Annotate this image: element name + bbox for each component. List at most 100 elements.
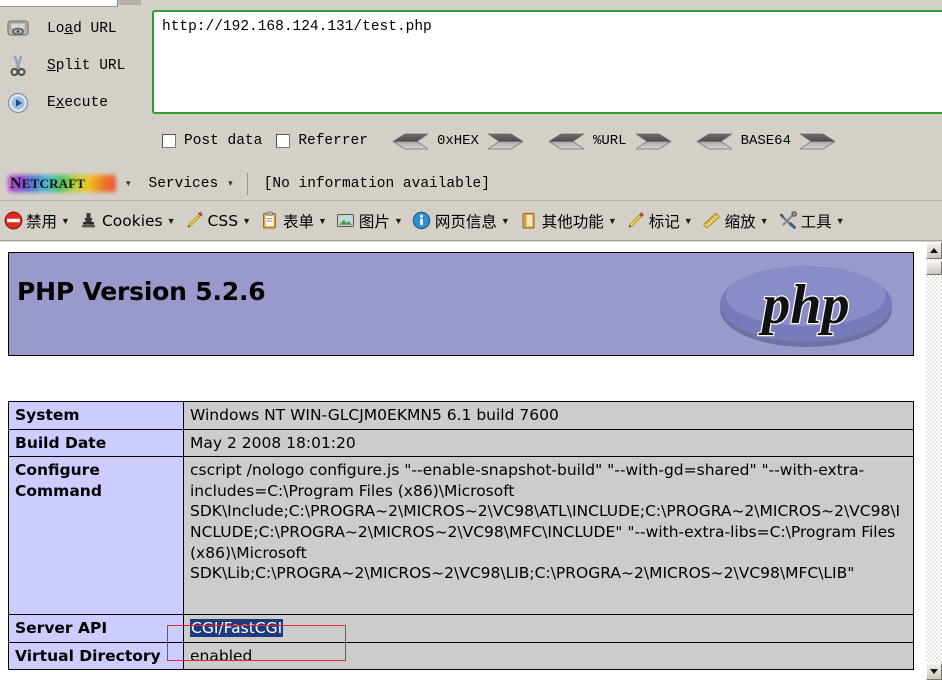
url-encoder-label: %URL — [592, 133, 627, 149]
toolbar-item-outline[interactable]: 标记 ▼ — [626, 210, 693, 232]
toolbar-item-forms[interactable]: 表单 ▼ — [260, 210, 327, 232]
misc-book-icon — [519, 211, 539, 231]
chevron-down-icon[interactable]: ▼ — [167, 216, 176, 226]
netcraft-services-menu[interactable]: Services — [149, 176, 219, 192]
scrollbar-track[interactable] — [926, 259, 942, 663]
php-version-banner: PHP Version 5.2.6 php — [8, 252, 914, 356]
netcraft-services-caret-icon[interactable]: ▾ — [228, 178, 233, 189]
row-key: Server API — [8, 614, 184, 643]
selected-text[interactable]: CGI/FastCGI — [190, 619, 284, 638]
table-row: Virtual Directory enabled — [8, 641, 914, 671]
netcraft-brand-rest: ETCRAFT — [21, 175, 86, 191]
referrer-label: Referrer — [298, 133, 368, 149]
toolbar-item-resize-label: 缩放 — [724, 212, 756, 231]
chevron-down-icon[interactable]: ▼ — [242, 216, 251, 226]
row-value: May 2 2008 18:01:20 — [183, 428, 914, 458]
toolbar-item-misc[interactable]: 其他功能 ▼ — [519, 210, 617, 232]
load-url-label: Load URL — [47, 20, 117, 37]
toolbar-item-outline-label: 标记 — [648, 212, 680, 231]
php-logo-text: php — [758, 274, 849, 336]
toolbar-item-cookies[interactable]: Cookies ▼ — [79, 211, 176, 231]
vertical-scrollbar[interactable] — [926, 242, 942, 680]
netcraft-brand-first: N — [10, 174, 22, 192]
execute-play-icon — [3, 92, 33, 114]
chevron-down-icon[interactable]: ▼ — [760, 216, 769, 226]
scrollbar-thumb[interactable] — [926, 261, 942, 275]
toolbar-item-disable[interactable]: 禁用 ▼ — [3, 210, 70, 232]
hex-encoder-group: 0xHEX — [392, 133, 524, 150]
hackbar-action-list: Load URL Split URL Execute — [0, 7, 152, 119]
webdeveloper-toolbar: 禁用 ▼ Cookies ▼ CSS ▼ 表单 ▼ 图片 ▼ 网页信息 ▼ 其他… — [0, 201, 942, 241]
chevron-down-icon[interactable]: ▼ — [684, 216, 693, 226]
hackbar-panel: Load URL Split URL Execute http://192.16… — [0, 7, 942, 167]
chevron-down-icon[interactable]: ▼ — [61, 216, 70, 226]
row-value: cscript /nologo configure.js "--enable-s… — [183, 456, 914, 616]
chevron-down-icon[interactable]: ▼ — [318, 216, 327, 226]
chevron-down-icon[interactable]: ▼ — [501, 216, 510, 226]
page-title: PHP Version 5.2.6 — [17, 277, 266, 306]
scroll-up-button[interactable] — [926, 242, 942, 259]
outline-pencil-icon — [626, 211, 646, 231]
table-row: Server API CGI/FastCGI — [8, 614, 914, 643]
toolbar-item-misc-label: 其他功能 — [541, 212, 604, 231]
base64-decode-left-arrow[interactable] — [695, 133, 732, 150]
post-data-checkbox[interactable]: Post data — [162, 133, 262, 149]
toolbar-item-disable-label: 禁用 — [26, 212, 58, 231]
execute-button[interactable]: Execute — [0, 84, 152, 121]
page-content: PHP Version 5.2.6 php System Windows NT … — [0, 242, 926, 680]
netcraft-caret-icon[interactable]: ▾ — [126, 178, 131, 189]
url-encoder-group: %URL — [548, 133, 672, 150]
toolbar-item-resize[interactable]: 缩放 ▼ — [702, 210, 769, 232]
chevron-down-icon[interactable]: ▼ — [836, 216, 845, 226]
execute-label: Execute — [47, 94, 108, 111]
url-input[interactable]: http://192.168.124.131/test.php — [152, 10, 942, 114]
window-chrome-button[interactable] — [119, 0, 141, 5]
row-key: System — [8, 401, 184, 430]
netcraft-brand-text: NETCRAFT — [8, 173, 116, 195]
netcraft-logo[interactable]: NETCRAFT — [8, 173, 116, 195]
toolbar-item-css-label: CSS — [207, 211, 239, 230]
toolbar-item-cookies-label: Cookies — [101, 211, 163, 230]
toolbar-item-page-info-label: 网页信息 — [434, 212, 497, 231]
toolbar-item-tools-label: 工具 — [800, 212, 832, 231]
toolbar-item-css[interactable]: CSS ▼ — [185, 211, 251, 231]
referrer-checkbox[interactable]: Referrer — [276, 133, 368, 149]
url-decode-left-arrow[interactable] — [548, 133, 584, 150]
hex-encoder-label: 0xHEX — [436, 133, 479, 149]
php-logo: php — [711, 259, 901, 351]
url-encode-right-arrow[interactable] — [635, 133, 672, 150]
netcraft-status-text: [No information available] — [263, 175, 490, 192]
resize-ruler-icon — [702, 211, 722, 231]
forms-clipboard-icon — [260, 211, 280, 231]
hex-encode-right-arrow[interactable] — [487, 133, 524, 150]
page-info-icon — [412, 211, 432, 231]
window-chrome-sliver — [0, 0, 118, 7]
row-value: CGI/FastCGI — [183, 614, 914, 643]
hackbar-options-strip: Post data Referrer 0xHEX %URL BASE64 — [0, 125, 942, 157]
post-data-checkbox-box[interactable] — [162, 134, 176, 148]
row-key: Virtual Directory — [8, 641, 184, 671]
referrer-checkbox-box[interactable] — [276, 134, 291, 148]
scroll-up-arrow-icon — [930, 248, 938, 253]
cookies-stamp-icon — [79, 211, 99, 231]
chevron-down-icon[interactable]: ▼ — [394, 216, 403, 226]
netcraft-toolbar: NETCRAFT ▾ Services ▾ [No information ava… — [0, 167, 942, 201]
toolbar-item-tools[interactable]: 工具 ▼ — [778, 210, 845, 232]
table-row: System Windows NT WIN-GLCJM0EKMN5 6.1 bu… — [8, 401, 914, 430]
load-url-button[interactable]: Load URL — [0, 10, 152, 47]
toolbar-item-page-info[interactable]: 网页信息 ▼ — [412, 210, 510, 232]
toolbar-item-images[interactable]: 图片 ▼ — [336, 210, 403, 232]
base64-encoder-label: BASE64 — [740, 133, 791, 149]
toolbar-item-forms-label: 表单 — [282, 212, 314, 231]
base64-encode-right-arrow[interactable] — [800, 133, 836, 150]
row-value: enabled — [183, 641, 914, 671]
chevron-down-icon[interactable]: ▼ — [608, 216, 617, 226]
load-url-icon — [3, 18, 33, 40]
split-url-button[interactable]: Split URL — [0, 47, 152, 84]
row-value: Windows NT WIN-GLCJM0EKMN5 6.1 build 760… — [183, 401, 914, 430]
app-root: Load URL Split URL Execute http://192.16… — [0, 0, 942, 680]
row-key: Build Date — [8, 428, 184, 458]
hex-decode-left-arrow[interactable] — [392, 133, 428, 150]
scroll-down-button[interactable] — [926, 663, 942, 680]
phpinfo-table: System Windows NT WIN-GLCJM0EKMN5 6.1 bu… — [8, 401, 914, 671]
